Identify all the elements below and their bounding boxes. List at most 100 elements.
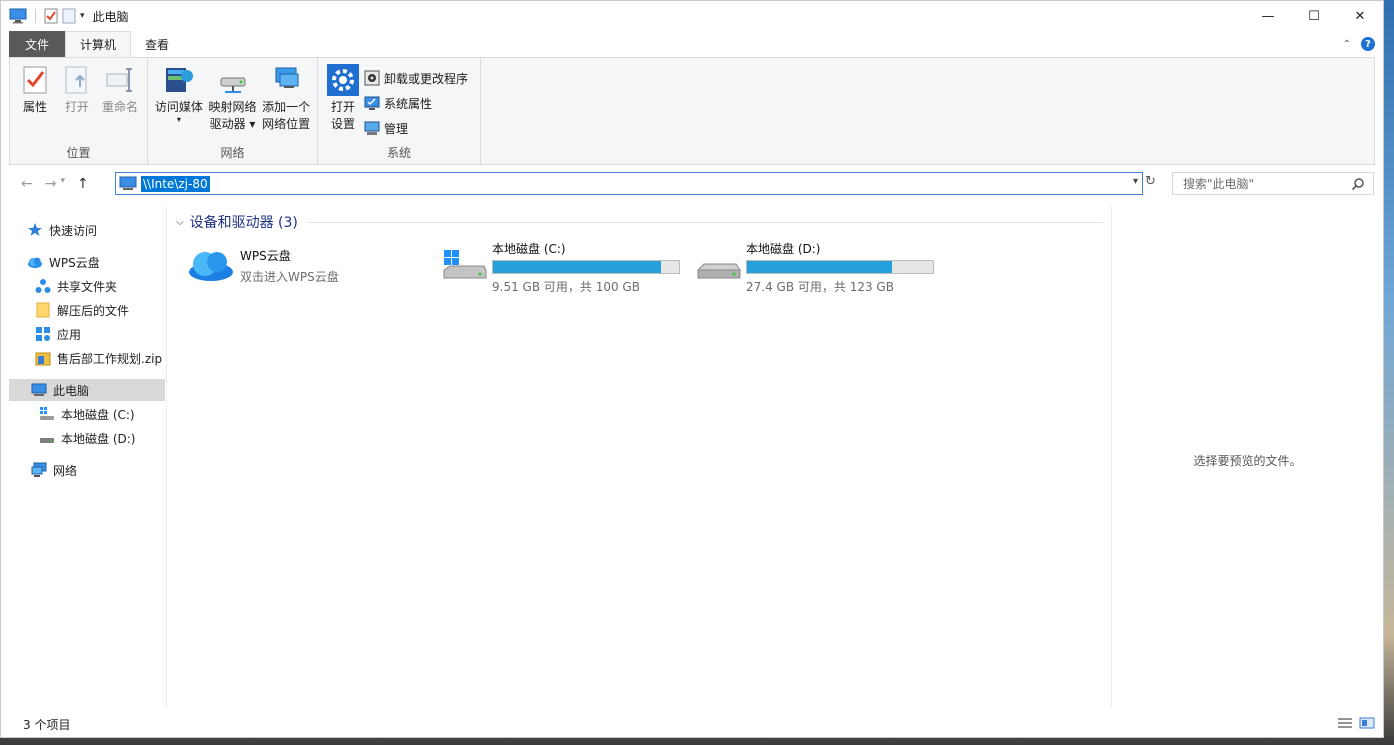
new-folder-icon[interactable] xyxy=(62,8,76,24)
help-icon[interactable]: ? xyxy=(1361,37,1375,51)
tile-subtitle: 9.51 GB 可用，共 100 GB xyxy=(492,280,640,294)
navigation-bar: ← → ▾ ↑ \\Inte\zj-80 ▾ ↻ 搜索"此电脑" xyxy=(1,171,1383,197)
nav-item-wps-cloud[interactable]: WPS云盘 xyxy=(9,251,165,273)
navigation-pane: 快速访问 WPS云盘 共享文件夹 解压后的文件 应用 售后部工作规划.zip 此… xyxy=(1,206,167,707)
manage-button[interactable]: 管理 xyxy=(364,118,468,138)
collapse-chevron-icon: ⌵ xyxy=(176,216,184,228)
apps-icon xyxy=(36,327,50,341)
nav-item-extracted-files[interactable]: 解压后的文件 xyxy=(9,299,165,321)
hard-drive-icon xyxy=(40,438,54,443)
wps-cloud-icon xyxy=(189,252,233,281)
nav-item-shared-folder[interactable]: 共享文件夹 xyxy=(9,275,165,297)
refresh-icon[interactable]: ↻ xyxy=(1145,174,1156,189)
forward-arrow-icon[interactable]: → xyxy=(45,176,57,192)
properties-icon xyxy=(23,66,47,94)
details-view-icon[interactable] xyxy=(1337,717,1353,729)
window-title: 此电脑 xyxy=(92,9,129,24)
uninstall-icon xyxy=(364,70,380,86)
nav-item-drive-c[interactable]: 本地磁盘 (C:) xyxy=(9,403,165,425)
tile-drive-d[interactable]: 本地磁盘 (D:) 27.4 GB 可用，共 123 GB xyxy=(696,240,934,295)
network-icon xyxy=(31,462,47,477)
nav-item-apps[interactable]: 应用 xyxy=(9,323,165,345)
explorer-window: ▾ 此电脑 — ☐ ✕ 文件 计算机 查看 ⌃ ? 属性 打开 重命名 位置 访… xyxy=(0,0,1384,738)
up-arrow-icon[interactable]: ↑ xyxy=(77,176,89,192)
tile-name: 本地磁盘 (D:) xyxy=(746,242,821,256)
star-icon xyxy=(28,223,42,236)
share-icon xyxy=(35,279,51,293)
ribbon-tools: ⌃ ? xyxy=(1343,37,1375,51)
tile-name: WPS云盘 xyxy=(240,249,291,263)
group-label-network: 网络 xyxy=(220,146,245,160)
address-path[interactable]: \\Inte\zj-80 xyxy=(141,175,210,192)
tab-file[interactable]: 文件 xyxy=(9,31,66,57)
address-bar[interactable]: \\Inte\zj-80 ▾ xyxy=(115,172,1143,195)
group-label-location: 位置 xyxy=(66,146,91,160)
collapse-ribbon-icon[interactable]: ⌃ xyxy=(1343,39,1351,50)
capacity-fill xyxy=(493,261,662,273)
folder-icon xyxy=(36,302,50,318)
nav-buttons: ← → ▾ ↑ xyxy=(1,176,115,192)
search-placeholder: 搜索"此电脑" xyxy=(1183,177,1255,191)
large-icons-view-icon[interactable] xyxy=(1359,717,1375,729)
windows-drive-icon xyxy=(40,407,54,420)
capacity-bar-c xyxy=(492,260,680,274)
section-header-devices[interactable]: ⌵ 设备和驱动器 (3) xyxy=(176,212,298,232)
group-network: 访问媒体 ▾ 映射网络 驱动器 ▾ 添加一个 网络位置 网络 xyxy=(148,58,318,164)
recent-locations-chevron-icon[interactable]: ▾ xyxy=(60,176,65,192)
capacity-bar-d xyxy=(746,260,934,274)
uninstall-programs-button[interactable]: 卸载或更改程序 xyxy=(364,68,468,88)
group-system: 打开 设置 卸载或更改程序 系统属性 管理 系统 xyxy=(318,58,481,164)
open-icon xyxy=(65,66,87,94)
status-bar: 3 个项目 xyxy=(1,711,1383,737)
cloud-icon xyxy=(28,257,42,268)
minimize-button[interactable]: — xyxy=(1245,1,1291,31)
computer-icon xyxy=(31,383,47,396)
nav-item-drive-d[interactable]: 本地磁盘 (D:) xyxy=(9,427,165,449)
nav-item-this-pc[interactable]: 此电脑 xyxy=(9,379,165,401)
rename-icon xyxy=(106,68,132,92)
back-arrow-icon[interactable]: ← xyxy=(21,176,33,192)
content-pane: ⌵ 设备和驱动器 (3) WPS云盘 双击进入WPS云盘 本地磁盘 (C:) 9… xyxy=(168,206,1111,707)
nav-item-network[interactable]: 网络 xyxy=(9,459,165,481)
capacity-fill xyxy=(747,261,892,273)
preview-message: 选择要预览的文件。 xyxy=(1193,454,1302,468)
tile-name: 本地磁盘 (C:) xyxy=(492,242,566,256)
system-properties-icon xyxy=(364,96,380,110)
group-location: 属性 打开 重命名 位置 xyxy=(10,58,148,164)
ribbon: 属性 打开 重命名 位置 访问媒体 ▾ 映射网络 驱动器 ▾ 添加一个 网络位置… xyxy=(9,57,1375,165)
tab-view[interactable]: 查看 xyxy=(131,31,183,57)
zip-archive-icon xyxy=(35,352,51,366)
preview-pane: 选择要预览的文件。 xyxy=(1111,206,1383,707)
media-icon xyxy=(165,68,193,92)
address-history-chevron-icon[interactable]: ▾ xyxy=(1133,176,1138,187)
title-bar: ▾ 此电脑 — ☐ ✕ xyxy=(1,1,1383,31)
close-button[interactable]: ✕ xyxy=(1337,1,1383,31)
nav-item-quick-access[interactable]: 快速访问 xyxy=(9,219,165,241)
section-divider xyxy=(308,222,1103,223)
ribbon-tabs: 文件 计算机 查看 ⌃ ? xyxy=(1,31,1383,57)
settings-gear-icon xyxy=(327,64,359,96)
network-location-icon xyxy=(275,67,299,88)
system-properties-button[interactable]: 系统属性 xyxy=(364,93,468,113)
computer-icon xyxy=(119,176,137,190)
windows-drive-icon xyxy=(443,250,487,279)
search-box[interactable]: 搜索"此电脑" xyxy=(1172,172,1374,195)
computer-icon xyxy=(9,8,27,24)
hard-drive-icon xyxy=(697,263,741,279)
tile-subtitle: 27.4 GB 可用，共 123 GB xyxy=(746,280,894,294)
customize-toolbar-dropdown-icon[interactable]: ▾ xyxy=(80,11,85,21)
manage-icon xyxy=(364,121,380,135)
group-label-system: 系统 xyxy=(386,146,411,160)
view-switcher xyxy=(1337,717,1375,729)
nav-item-zip-file[interactable]: 售后部工作规划.zip xyxy=(9,347,165,369)
tile-wps-cloud[interactable]: WPS云盘 双击进入WPS云盘 xyxy=(188,246,339,285)
tile-drive-c[interactable]: 本地磁盘 (C:) 9.51 GB 可用，共 100 GB xyxy=(442,240,680,295)
quick-access-toolbar: ▾ xyxy=(1,1,85,31)
tile-subtitle: 双击进入WPS云盘 xyxy=(240,270,339,284)
network-drive-icon xyxy=(220,77,245,93)
item-count: 3 个项目 xyxy=(23,717,71,732)
window-controls: — ☐ ✕ xyxy=(1245,1,1383,31)
properties-icon[interactable] xyxy=(44,8,58,24)
maximize-button[interactable]: ☐ xyxy=(1291,1,1337,31)
tab-computer[interactable]: 计算机 xyxy=(65,31,132,57)
